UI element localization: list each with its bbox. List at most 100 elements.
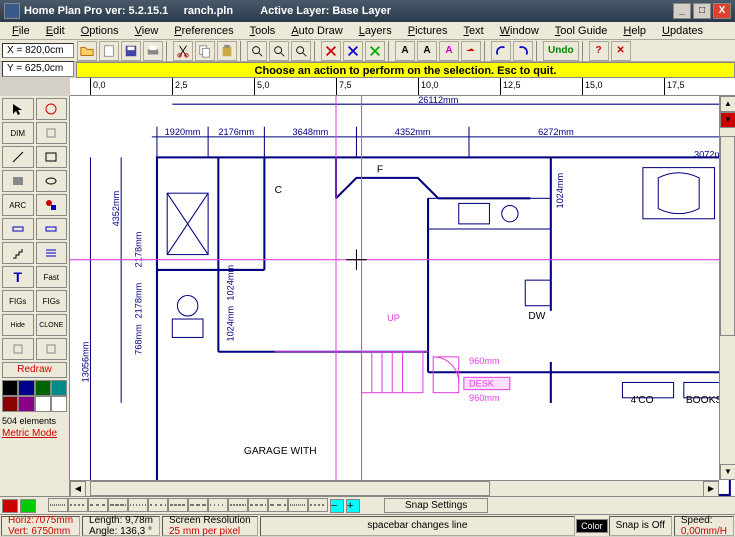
DIM[interactable] — [36, 122, 68, 144]
undo-left-icon[interactable] — [491, 41, 511, 61]
scroll-right-button[interactable]: ▶ — [703, 481, 719, 496]
linestyle-13[interactable] — [308, 498, 328, 512]
scroll-left-button[interactable]: ◀ — [70, 481, 86, 496]
zoom-out-icon[interactable] — [291, 41, 311, 61]
menu-updates[interactable]: Updates — [654, 24, 711, 38]
maximize-button[interactable]: □ — [693, 3, 711, 19]
menu-options[interactable]: Options — [73, 24, 127, 38]
linestyle-7[interactable] — [188, 498, 208, 512]
snap-plus[interactable]: + — [346, 499, 360, 513]
text-tool[interactable]: T — [2, 266, 34, 288]
cross-blue-icon[interactable] — [343, 41, 363, 61]
hide-btn[interactable]: Hide — [2, 314, 34, 336]
snap-minus[interactable]: − — [330, 499, 344, 513]
folder-icon[interactable] — [77, 41, 97, 61]
minimize-button[interactable]: _ — [673, 3, 691, 19]
scroll-thumb-v[interactable] — [720, 136, 735, 336]
drawing-canvas[interactable]: 26112mm 1920mm2176mm3648mm4352mm6272mm 1… — [70, 96, 735, 496]
misc1[interactable] — [2, 338, 34, 360]
figs-btn[interactable]: FIGs — [2, 290, 34, 312]
window-icon[interactable] — [36, 218, 68, 240]
linestyle-1[interactable] — [68, 498, 88, 512]
menu-preferences[interactable]: Preferences — [166, 24, 241, 38]
stairs-icon[interactable] — [2, 242, 34, 264]
arc-label[interactable]: ARC — [2, 194, 34, 216]
color-swatch-green[interactable] — [20, 499, 36, 513]
cut-icon[interactable] — [173, 41, 193, 61]
select-icon[interactable] — [2, 98, 34, 120]
scroll-marker[interactable]: ▼ — [720, 112, 735, 128]
text-left-icon[interactable]: A — [395, 41, 415, 61]
scroll-up-button[interactable]: ▲ — [720, 96, 735, 112]
help-q-icon[interactable]: ? — [589, 41, 609, 61]
color-swatch-red[interactable] — [2, 499, 18, 513]
menu-help[interactable]: Help — [615, 24, 654, 38]
linestyle-11[interactable] — [268, 498, 288, 512]
snap-settings-button[interactable]: Snap Settings — [384, 498, 488, 513]
cross-red-icon[interactable] — [321, 41, 341, 61]
door-icon[interactable] — [2, 218, 34, 240]
menu-tool-guide[interactable]: Tool Guide — [547, 24, 616, 38]
copy-icon[interactable] — [195, 41, 215, 61]
help-x-icon[interactable]: ✕ — [611, 41, 631, 61]
dim-label[interactable]: DIM — [2, 122, 34, 144]
svg-text:GARAGE WITH: GARAGE WITH — [244, 446, 317, 457]
oval-icon[interactable] — [36, 170, 68, 192]
text-center-icon[interactable]: A — [417, 41, 437, 61]
paste-icon[interactable] — [217, 41, 237, 61]
linestyle-8[interactable] — [208, 498, 228, 512]
linestyle-3[interactable] — [108, 498, 128, 512]
print-icon[interactable] — [143, 41, 163, 61]
linestyle-6[interactable] — [168, 498, 188, 512]
circle-icon[interactable] — [36, 98, 68, 120]
figs2-btn[interactable]: FIGs — [36, 290, 68, 312]
linestyle-12[interactable] — [288, 498, 308, 512]
line-icon[interactable] — [2, 146, 34, 168]
undo-right-icon[interactable] — [513, 41, 533, 61]
menu-edit[interactable]: Edit — [38, 24, 73, 38]
svg-text:C: C — [275, 185, 282, 196]
save-icon[interactable] — [121, 41, 141, 61]
menu-text[interactable]: Text — [455, 24, 491, 38]
color-palette[interactable] — [2, 380, 67, 412]
scrollbar-vertical[interactable]: ▲ ▼ ▼ — [719, 96, 735, 480]
redraw-button[interactable]: Redraw — [2, 362, 67, 378]
rect-fill-icon[interactable] — [2, 170, 34, 192]
clone-btn[interactable]: CLONE — [36, 314, 68, 336]
shapes-icon[interactable] — [36, 194, 68, 216]
hatch-icon[interactable] — [36, 242, 68, 264]
zoom-fit-icon[interactable] — [269, 41, 289, 61]
undo-label-icon[interactable]: Undo — [543, 41, 579, 61]
menu-layers[interactable]: Layers — [351, 24, 400, 38]
menu-window[interactable]: Window — [492, 24, 547, 38]
rect-icon[interactable] — [36, 146, 68, 168]
menu-view[interactable]: View — [127, 24, 167, 38]
scroll-down-button[interactable]: ▼ — [720, 464, 735, 480]
text-mag-icon[interactable]: A — [439, 41, 459, 61]
linestyle-9[interactable] — [228, 498, 248, 512]
scroll-thumb-h[interactable] — [90, 481, 490, 496]
arrow-icon[interactable] — [461, 41, 481, 61]
fast-label[interactable]: Fast — [36, 266, 68, 288]
linestyle-2[interactable] — [88, 498, 108, 512]
scrollbar-horizontal[interactable]: ◀ ▶ — [70, 480, 719, 496]
color-button[interactable]: Color — [576, 519, 608, 533]
linestyle-5[interactable] — [148, 498, 168, 512]
metric-mode-toggle[interactable]: Metric Mode — [2, 428, 67, 439]
svg-text:6272mm: 6272mm — [538, 127, 574, 137]
menu-tools[interactable]: Tools — [242, 24, 284, 38]
zoom-in-icon[interactable] — [247, 41, 267, 61]
misc2[interactable] — [36, 338, 68, 360]
status-speed: Speed: 0,00mm/H — [674, 516, 734, 536]
menu-pictures[interactable]: Pictures — [400, 24, 456, 38]
linestyle-10[interactable] — [248, 498, 268, 512]
new-icon[interactable] — [99, 41, 119, 61]
svg-text:1920mm: 1920mm — [165, 127, 201, 137]
window-title: Home Plan Pro ver: 5.2.15.1 ranch.pln Ac… — [24, 5, 673, 17]
linestyle-0[interactable] — [48, 498, 68, 512]
close-button[interactable]: X — [713, 3, 731, 19]
cross-green-icon[interactable] — [365, 41, 385, 61]
linestyle-4[interactable] — [128, 498, 148, 512]
menu-file[interactable]: File — [4, 24, 38, 38]
menu-auto-draw[interactable]: Auto Draw — [283, 24, 350, 38]
